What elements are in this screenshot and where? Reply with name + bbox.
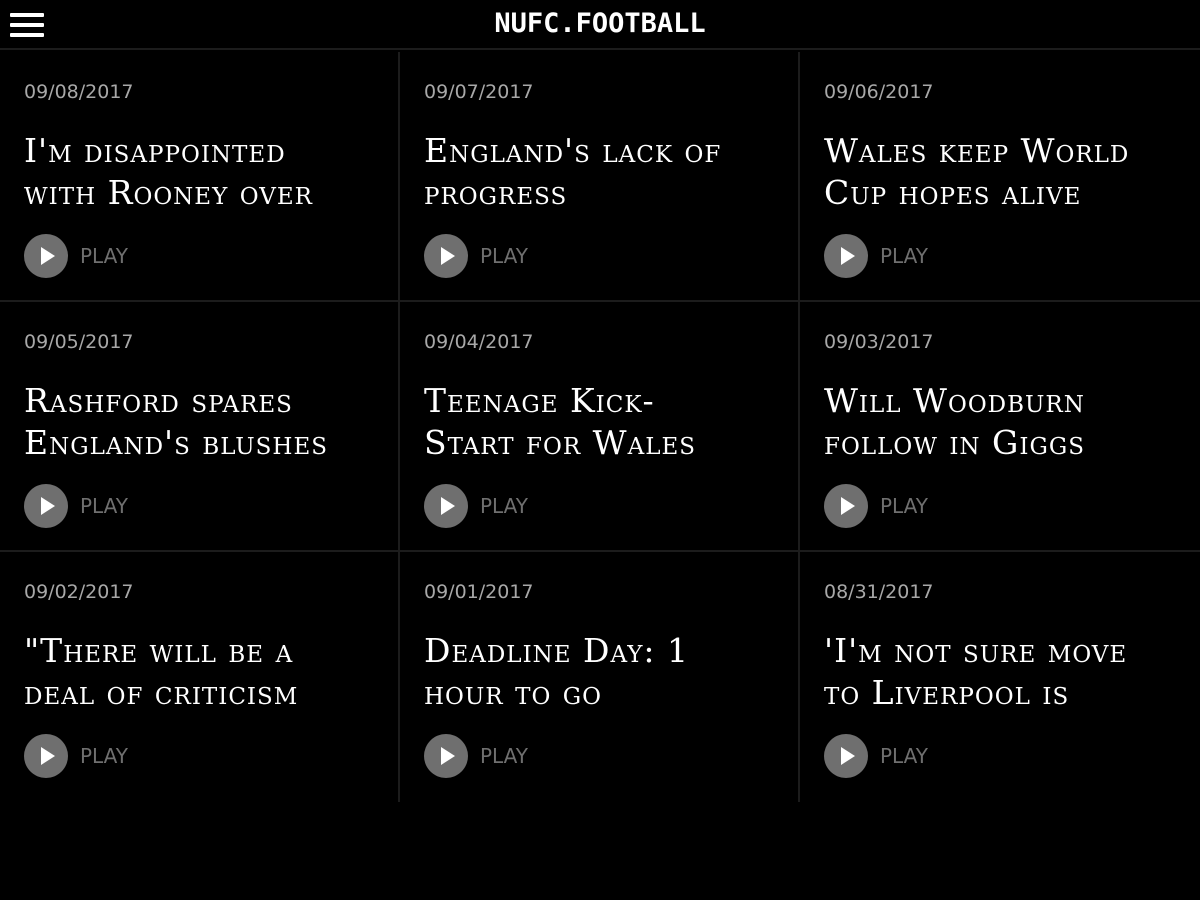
video-headline[interactable]: Teenage Kick- Start for Wales [424, 380, 784, 464]
video-headline[interactable]: Deadline Day: 1 hour to go [424, 630, 784, 714]
headline-line: England's blushes [24, 423, 329, 462]
video-date: 09/04/2017 [424, 331, 534, 353]
play-label: PLAY [880, 244, 929, 268]
headline-line: I'm disappointed [24, 131, 286, 170]
play-icon [24, 234, 68, 278]
video-date: 09/02/2017 [24, 581, 134, 603]
play-button[interactable]: PLAY [24, 734, 128, 778]
video-date: 09/08/2017 [24, 81, 134, 103]
play-button[interactable]: PLAY [424, 484, 528, 528]
headline-line: progress [424, 173, 568, 212]
headline-line: Teenage Kick- [424, 381, 655, 420]
play-label: PLAY [880, 744, 929, 768]
video-card[interactable]: 09/06/2017 Wales keep World Cup hopes al… [800, 52, 1200, 302]
video-date: 09/05/2017 [24, 331, 134, 353]
headline-line: Wales keep World [824, 131, 1130, 170]
video-card[interactable]: 09/04/2017 Teenage Kick- Start for Wales… [400, 302, 800, 552]
headline-line: Deadline Day: 1 [424, 631, 689, 670]
play-button[interactable]: PLAY [424, 734, 528, 778]
headline-line: follow in Giggs [824, 423, 1085, 462]
play-button[interactable]: PLAY [424, 234, 528, 278]
headline-line: England's lack of [424, 131, 722, 170]
site-title[interactable]: NUFC.FOOTBALL [0, 8, 1200, 39]
play-icon [424, 734, 468, 778]
video-card[interactable]: 09/03/2017 Will Woodburn follow in Giggs… [800, 302, 1200, 552]
play-label: PLAY [480, 244, 529, 268]
headline-line: Start for Wales [424, 423, 697, 462]
headline-line: 'I'm not sure move [824, 631, 1128, 670]
video-headline[interactable]: Wales keep World Cup hopes alive [824, 130, 1184, 214]
headline-line: hour to go [424, 673, 603, 712]
play-button[interactable]: PLAY [824, 734, 928, 778]
headline-line: Rashford spares [24, 381, 293, 420]
video-card[interactable]: 09/05/2017 Rashford spares England's blu… [0, 302, 400, 552]
play-button[interactable]: PLAY [24, 234, 128, 278]
headline-line: with Rooney over [24, 173, 313, 212]
video-headline[interactable]: I'm disappointed with Rooney over [24, 130, 384, 214]
headline-line: deal of criticism [24, 673, 299, 712]
headline-line: Will Woodburn [824, 381, 1085, 420]
play-icon [824, 234, 868, 278]
video-date: 08/31/2017 [824, 581, 934, 603]
play-label: PLAY [80, 744, 129, 768]
video-headline[interactable]: 'I'm not sure move to Liverpool is [824, 630, 1184, 714]
play-label: PLAY [480, 744, 529, 768]
video-date: 09/03/2017 [824, 331, 934, 353]
play-icon [24, 484, 68, 528]
headline-line: to Liverpool is [824, 673, 1070, 712]
video-grid: 09/08/2017 I'm disappointed with Rooney … [0, 52, 1200, 802]
video-date: 09/01/2017 [424, 581, 534, 603]
video-card[interactable]: 09/02/2017 "There will be a deal of crit… [0, 552, 400, 802]
play-icon [824, 484, 868, 528]
play-label: PLAY [480, 494, 529, 518]
play-icon [424, 484, 468, 528]
play-button[interactable]: PLAY [24, 484, 128, 528]
video-headline[interactable]: "There will be a deal of criticism [24, 630, 384, 714]
video-card[interactable]: 09/07/2017 England's lack of progress PL… [400, 52, 800, 302]
video-headline[interactable]: Rashford spares England's blushes [24, 380, 384, 464]
video-headline[interactable]: England's lack of progress [424, 130, 784, 214]
play-label: PLAY [880, 494, 929, 518]
video-date: 09/06/2017 [824, 81, 934, 103]
play-icon [24, 734, 68, 778]
app-header: NUFC.FOOTBALL [0, 0, 1200, 50]
play-button[interactable]: PLAY [824, 234, 928, 278]
play-label: PLAY [80, 244, 129, 268]
play-icon [824, 734, 868, 778]
video-headline[interactable]: Will Woodburn follow in Giggs [824, 380, 1184, 464]
video-card[interactable]: 09/01/2017 Deadline Day: 1 hour to go PL… [400, 552, 800, 802]
play-icon [424, 234, 468, 278]
video-card[interactable]: 08/31/2017 'I'm not sure move to Liverpo… [800, 552, 1200, 802]
play-label: PLAY [80, 494, 129, 518]
play-button[interactable]: PLAY [824, 484, 928, 528]
headline-line: Cup hopes alive [824, 173, 1082, 212]
headline-line: "There will be a [24, 631, 294, 670]
video-date: 09/07/2017 [424, 81, 534, 103]
video-card[interactable]: 09/08/2017 I'm disappointed with Rooney … [0, 52, 400, 302]
